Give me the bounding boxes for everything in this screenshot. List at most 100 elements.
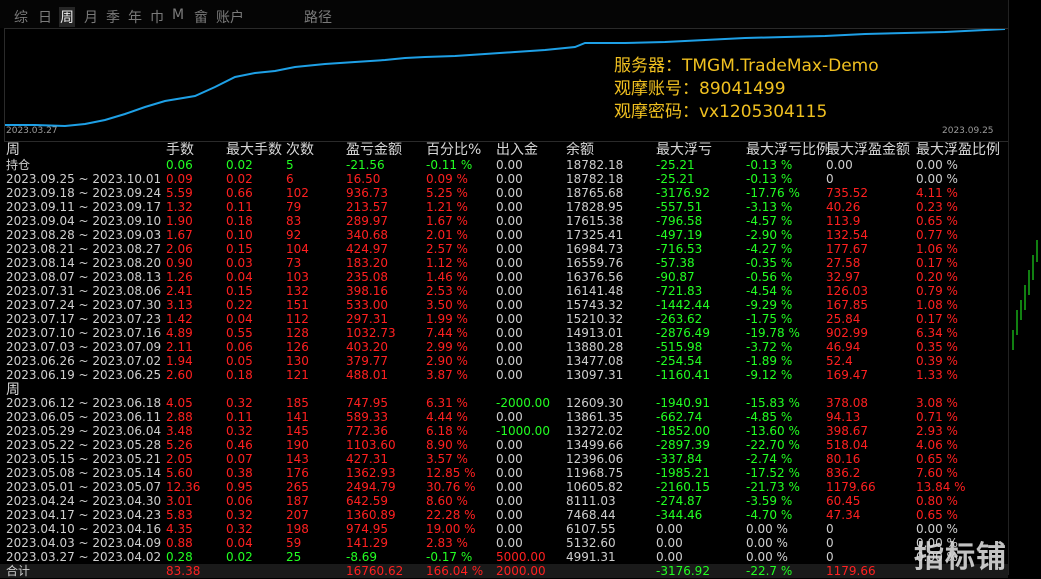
cell-period: 2023.08.28 ~ 2023.09.03 xyxy=(6,228,162,242)
cell-max-fp: 0 xyxy=(826,172,834,186)
table-row: 2023.07.03 ~ 2023.07.09 2.11 0.06 126 403.20… xyxy=(0,340,1008,354)
cell-max-dd-pct: 0.00 % xyxy=(746,550,788,564)
cell-pct: 3.57 % xyxy=(426,452,468,466)
cell-max-dd-pct: -9.29 % xyxy=(746,298,793,312)
cell-max-fp: 836.2 xyxy=(826,466,861,480)
cell-pnl: 379.77 xyxy=(346,354,388,368)
tab-path[interactable]: 路径 xyxy=(304,7,332,27)
cell-max-dd-pct: -15.83 % xyxy=(746,396,800,410)
cell-pct: 4.44 % xyxy=(426,410,468,424)
cell-balance: 15743.32 xyxy=(566,298,624,312)
cell-max-lots: 0.32 xyxy=(226,508,253,522)
cell-pnl: 589.33 xyxy=(346,410,388,424)
cell-inout: 0.00 xyxy=(496,298,523,312)
cell-max-fp: 46.94 xyxy=(826,340,861,354)
cell-max-fp-pct: 1.06 % xyxy=(916,242,958,256)
cell-max-lots: 0.46 xyxy=(226,438,253,452)
cell-balance: 13880.28 xyxy=(566,340,624,354)
tab-magic[interactable]: M xyxy=(172,7,184,23)
equity-curve-line xyxy=(5,28,1006,128)
cell-count: 128 xyxy=(286,326,309,340)
tab-account[interactable]: 账户 xyxy=(216,7,244,27)
cell-pct: 1.21 % xyxy=(426,200,468,214)
cell-period: 2023.03.27 ~ 2023.04.02 xyxy=(6,550,162,564)
cell-pct: 30.76 % xyxy=(426,480,476,494)
info-server: 服务器：TMGM.TradeMax-Demo xyxy=(614,56,879,76)
table-row: 2023.05.29 ~ 2023.06.04 3.48 0.32 145 772.36… xyxy=(0,424,1008,438)
cell-pnl: 2494.79 xyxy=(346,480,396,494)
cell-count: 73 xyxy=(286,256,302,270)
cell-pct: 1.46 % xyxy=(426,270,468,284)
cell-max-dd-pct: -4.27 % xyxy=(746,242,793,256)
cell-balance: 16984.73 xyxy=(566,242,624,256)
cell-period: 2023.07.17 ~ 2023.07.23 xyxy=(6,312,162,326)
cell-pct: 2.57 % xyxy=(426,242,468,256)
cell-lots: 2.05 xyxy=(166,452,193,466)
cell-inout: 0.00 xyxy=(496,452,523,466)
cell-period: 2023.09.25 ~ 2023.10.01 xyxy=(6,172,162,186)
cell-lots: 1.26 xyxy=(166,270,193,284)
cell-balance: 8111.03 xyxy=(566,494,616,508)
cell-max-dd: -1940.91 xyxy=(656,396,710,410)
cell-period: 2023.08.21 ~ 2023.08.27 xyxy=(6,242,162,256)
cell-lots: 2.06 xyxy=(166,242,193,256)
tab-year[interactable]: 年 xyxy=(128,7,142,27)
position-cell-lots: 0.06 xyxy=(166,158,193,172)
cell-max-dd: -25.21 xyxy=(656,172,695,186)
cell-max-fp-pct: 7.60 % xyxy=(916,466,958,480)
cell-lots: 4.05 xyxy=(166,396,193,410)
tab-day[interactable]: 日 xyxy=(38,7,52,27)
cell-max-dd-pct: 0.00 % xyxy=(746,536,788,550)
cell-max-dd-pct: 0.00 % xyxy=(746,522,788,536)
tab-summary[interactable]: 综 xyxy=(14,7,28,27)
cell-balance: 18782.18 xyxy=(566,172,624,186)
cell-inout: 0.00 xyxy=(496,186,523,200)
cell-max-dd-pct: -3.59 % xyxy=(746,494,793,508)
cell-pnl: 297.31 xyxy=(346,312,388,326)
cell-count: 207 xyxy=(286,508,309,522)
cell-inout: 0.00 xyxy=(496,270,523,284)
cell-max-fp-pct: 0.65 % xyxy=(916,508,958,522)
cell-pnl: 747.95 xyxy=(346,396,388,410)
table-row: 2023.08.07 ~ 2023.08.13 1.26 0.04 103 235.08… xyxy=(0,270,1008,284)
cell-pnl: 235.08 xyxy=(346,270,388,284)
position-cell-max-dd-pct: -0.13 % xyxy=(746,158,793,172)
cell-max-dd: -662.74 xyxy=(656,410,703,424)
cell-max-dd-pct: -13.60 % xyxy=(746,424,800,438)
table-row: 2023.08.28 ~ 2023.09.03 1.67 0.10 92 340.68 2… xyxy=(0,228,1008,242)
cell-balance: 16559.76 xyxy=(566,256,624,270)
cell-max-fp-pct: 6.34 % xyxy=(916,326,958,340)
cell-max-dd-pct: -1.89 % xyxy=(746,354,793,368)
cell-balance: 4991.31 xyxy=(566,550,616,564)
cell-count: 190 xyxy=(286,438,309,452)
cell-balance: 17828.95 xyxy=(566,200,624,214)
cell-max-lots: 0.07 xyxy=(226,452,253,466)
cell-pct: 1.12 % xyxy=(426,256,468,270)
tab-month[interactable]: 月 xyxy=(84,7,98,27)
cell-balance: 13499.66 xyxy=(566,438,624,452)
cell-max-dd-pct: -19.78 % xyxy=(746,326,800,340)
table-row: 2023.08.21 ~ 2023.08.27 2.06 0.15 104 424.97… xyxy=(0,242,1008,256)
watermark-logo: 指标铺 xyxy=(914,540,1007,575)
table-row: 2023.04.17 ~ 2023.04.23 5.83 0.32 207 1360.8… xyxy=(0,508,1008,522)
tab-quarter[interactable]: 季 xyxy=(106,7,120,27)
cell-max-dd: -3176.92 xyxy=(656,186,710,200)
cell-pnl: 289.97 xyxy=(346,214,388,228)
cell-max-dd: 0.00 xyxy=(656,536,683,550)
cell-count: 79 xyxy=(286,200,302,214)
cell-count: 6 xyxy=(286,172,294,186)
cell-count: 145 xyxy=(286,424,309,438)
tab-week[interactable]: 周 xyxy=(59,7,75,27)
cell-lots: 3.48 xyxy=(166,424,193,438)
cell-count: 141 xyxy=(286,410,309,424)
cell-lots: 4.35 xyxy=(166,522,193,536)
header-max-fp-pct: 最大浮盈比例 xyxy=(916,142,1000,158)
cell-max-fp: 80.16 xyxy=(826,452,861,466)
cell-period: 2023.09.04 ~ 2023.09.10 xyxy=(6,214,162,228)
cell-max-fp: 378.08 xyxy=(826,396,868,410)
header-lots: 手数 xyxy=(166,142,194,158)
header-max-dd-pct: 最大浮亏比例 xyxy=(746,142,830,158)
tab-symbol[interactable]: 巾 xyxy=(150,7,164,27)
tab-note[interactable]: 畲 xyxy=(194,7,208,27)
cell-max-fp: 32.97 xyxy=(826,270,861,284)
